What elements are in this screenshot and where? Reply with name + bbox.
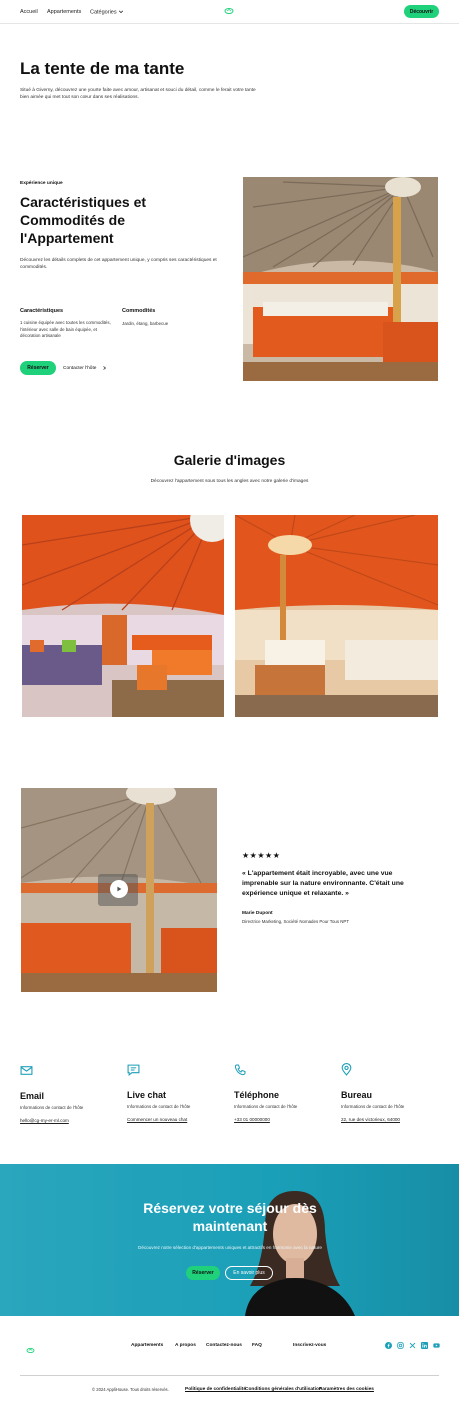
footer-logo-icon[interactable] (26, 1341, 35, 1359)
social-icons (385, 1342, 440, 1349)
x-icon[interactable] (409, 1342, 416, 1349)
page-title: La tente de ma tante (20, 59, 185, 78)
features-col1-text: 1 cuisine équipée avec toutes les commod… (20, 320, 111, 338)
footer-link-faq[interactable]: FAQ (252, 1343, 262, 1348)
contact-email-link[interactable]: hello@cg-my-er-ml.com (20, 1118, 120, 1123)
contact-phone-link[interactable]: +33 01 00000000 (234, 1117, 334, 1122)
hero-description: Situé à Giverny, découvrez une yourte fa… (20, 88, 256, 100)
cta-book-button[interactable]: Réserver (186, 1266, 220, 1280)
contact-item-email: Email Informations de contact de l'hôte … (20, 1063, 120, 1123)
linkedin-icon[interactable] (421, 1342, 428, 1349)
contact-item-phone: Téléphone Informations de contact de l'h… (234, 1063, 334, 1122)
contact-host-label: Contacter l'hôte (63, 365, 97, 371)
chevron-right-icon (103, 366, 107, 370)
footer-terms-link[interactable]: Conditions générales d'utilisation (245, 1387, 322, 1392)
contact-chat-title: Live chat (127, 1090, 167, 1100)
contact-host-link[interactable]: Contacter l'hôte (63, 365, 107, 371)
book-button[interactable]: Réserver (20, 361, 56, 375)
footer-subscribe-link[interactable]: Inscrivez-vous (293, 1343, 326, 1348)
gallery-image-1[interactable] (22, 515, 224, 717)
features-col2-text: Jardin, étang, barbecue (122, 321, 169, 326)
footer: Appartements A propos Contactez-nous FAQ… (0, 1330, 459, 1419)
gallery-subtitle: Découvrez l'appartement sous tous les an… (150, 479, 309, 484)
contact-email-text: Informations de contact de l'hôte (20, 1105, 84, 1110)
features-description: Découvrez les détails complets de cet ap… (20, 258, 217, 270)
gallery-title: Galerie d'images (173, 452, 286, 468)
chevron-down-icon (119, 10, 124, 14)
chat-icon (127, 1064, 140, 1077)
top-navbar: Accueil Appartements Catégories Découvri… (0, 0, 459, 24)
contact-phone-title: Téléphone (234, 1090, 280, 1100)
contact-item-office: Bureau Informations de contact de l'hôte… (341, 1063, 441, 1122)
contact-office-link[interactable]: 22, rue des victorieux, 64000 (341, 1117, 441, 1122)
cta-banner: Réservez votre séjour dès maintenant Déc… (0, 1164, 459, 1316)
footer-divider (20, 1375, 439, 1376)
contact-phone-text: Informations de contact de l'hôte (234, 1104, 298, 1109)
testimonial-author: Marie Dupont (242, 911, 273, 916)
pin-icon (341, 1063, 352, 1076)
contact-section: Email Informations de contact de l'hôte … (20, 1063, 440, 1133)
footer-link-apartments[interactable]: Appartements (131, 1343, 163, 1348)
contact-office-title: Bureau (341, 1090, 373, 1100)
nav-categories-dropdown[interactable]: Catégories (90, 9, 124, 15)
mail-icon (20, 1066, 33, 1075)
phone-icon (234, 1064, 246, 1076)
contact-chat-link[interactable]: Commencer un nouveau chat (127, 1117, 227, 1122)
youtube-icon[interactable] (433, 1342, 440, 1349)
footer-cookies-link[interactable]: Paramètres des cookies (319, 1387, 374, 1392)
cta-title: Réservez votre séjour dès maintenant (143, 1200, 317, 1234)
rating-stars: ★★★★★ (242, 851, 281, 860)
testimonial-quote: « L'appartement était incroyable, avec u… (242, 870, 404, 897)
features-col1-title: Caractéristiques (20, 308, 64, 314)
contact-email-title: Email (20, 1091, 45, 1101)
features-title: Caractéristiques et Commodités de l'Appa… (20, 194, 147, 246)
nav-categories-label: Catégories (90, 9, 117, 16)
instagram-icon[interactable] (397, 1342, 404, 1349)
gallery-image-2[interactable] (235, 515, 438, 717)
facebook-icon[interactable] (385, 1342, 392, 1349)
contact-item-chat: Live chat Informations de contact de l'h… (127, 1063, 227, 1122)
video-thumbnail[interactable] (21, 788, 217, 992)
discover-button[interactable]: Découvrir (404, 5, 439, 18)
nav-apartments-link[interactable]: Appartements (47, 9, 81, 15)
logo-icon[interactable] (224, 7, 234, 17)
play-icon[interactable] (110, 880, 128, 898)
testimonial-role: Directrice Marketing, Société Nomades Po… (242, 919, 350, 924)
features-col2-title: Commodités (122, 308, 156, 314)
features-image (243, 177, 438, 381)
cta-subtitle: Découvrez notre sélection d'appartements… (138, 1245, 322, 1250)
footer-privacy-link[interactable]: Politique de confidentialité (185, 1387, 246, 1392)
contact-office-text: Informations de contact de l'hôte (341, 1104, 405, 1109)
footer-link-about[interactable]: A propos (175, 1343, 196, 1348)
cta-learn-more-button[interactable]: En savoir plus (225, 1266, 273, 1280)
footer-link-contact[interactable]: Contactez-nous (206, 1343, 242, 1348)
nav-home-link[interactable]: Accueil (20, 9, 38, 15)
contact-chat-text: Informations de contact de l'hôte (127, 1104, 191, 1109)
footer-copyright: © 2024 AppliHouse. Tous droits réservés. (92, 1387, 169, 1392)
features-tagline: Expérience unique (20, 181, 63, 186)
